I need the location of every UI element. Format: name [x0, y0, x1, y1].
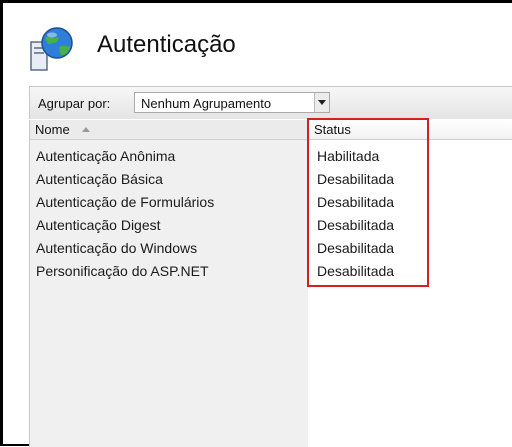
group-by-label: Agrupar por:: [38, 96, 111, 111]
column-header-name-label: Nome: [35, 122, 70, 137]
row-status: Habilitada: [317, 148, 380, 164]
column-header-status[interactable]: Status: [309, 120, 512, 139]
sort-ascending-icon: [81, 127, 90, 132]
row-name: Autenticação de Formulários: [36, 194, 215, 210]
authentication-panel: Autenticação Agrupar por: Nenhum Agrupam…: [0, 0, 512, 447]
group-by-toolbar: Agrupar por: Nenhum Agrupamento: [29, 86, 512, 119]
page-title: Autenticação: [97, 31, 236, 58]
column-header-status-label: Status: [314, 122, 351, 137]
table-row[interactable]: Autenticação Básica Desabilitada: [30, 168, 512, 191]
row-name: Personificação do ASP.NET: [36, 263, 209, 279]
column-header-name[interactable]: Nome: [30, 120, 309, 139]
table-row[interactable]: Personificação do ASP.NET Desabilitada: [30, 260, 512, 283]
row-status: Desabilitada: [317, 240, 395, 256]
row-status: Desabilitada: [317, 171, 395, 187]
table-row[interactable]: Autenticação Anônima Habilitada: [30, 145, 512, 168]
row-name: Autenticação Digest: [36, 217, 161, 233]
table-row[interactable]: Autenticação Digest Desabilitada: [30, 214, 512, 237]
row-status: Desabilitada: [317, 263, 395, 279]
table-row[interactable]: Autenticação do Windows Desabilitada: [30, 237, 512, 260]
list-header: Nome Status: [30, 120, 512, 140]
group-by-selected-value: Nenhum Agrupamento: [141, 96, 272, 111]
dropdown-arrow-icon[interactable]: [314, 93, 329, 112]
globe-server-icon: [29, 26, 77, 72]
row-name: Autenticação Anônima: [36, 148, 176, 164]
features-list: Nome Status Autenticação Anônima Habilit…: [29, 120, 512, 447]
row-name: Autenticação do Windows: [36, 240, 198, 256]
group-by-dropdown[interactable]: Nenhum Agrupamento: [134, 92, 330, 113]
row-status: Desabilitada: [317, 194, 395, 210]
row-status: Desabilitada: [317, 217, 395, 233]
table-row[interactable]: Autenticação de Formulários Desabilitada: [30, 191, 512, 214]
row-name: Autenticação Básica: [36, 171, 163, 187]
